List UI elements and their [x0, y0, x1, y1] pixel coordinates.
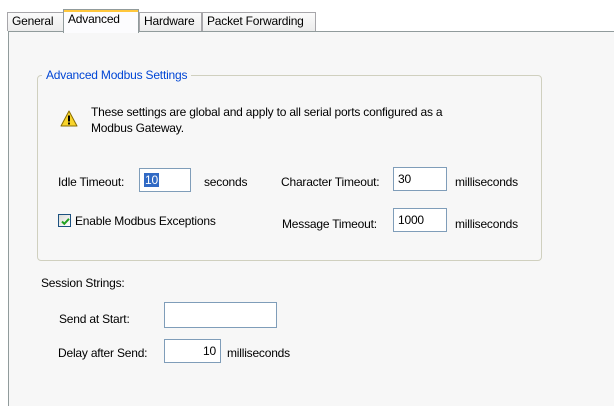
message-timeout-unit: milliseconds — [455, 217, 518, 231]
idle-timeout-unit: seconds — [204, 175, 248, 189]
idle-timeout-value: 10 — [144, 173, 159, 187]
message-timeout-input[interactable]: 1000 — [393, 208, 447, 232]
advanced-modbus-groupbox — [37, 75, 542, 261]
character-timeout-label: Character Timeout: — [281, 175, 380, 189]
send-at-start-label: Send at Start: — [59, 312, 130, 326]
tab-strip: General Advanced Hardware Packet Forward… — [0, 0, 614, 33]
session-strings-heading: Session Strings: — [41, 276, 125, 290]
notice-text-line2: Modbus Gateway. — [91, 121, 184, 135]
delay-after-send-label: Delay after Send: — [58, 346, 148, 360]
group-title: Advanced Modbus Settings — [42, 68, 192, 82]
tab-general[interactable]: General — [7, 12, 64, 31]
notice-text-line1: These settings are global and apply to a… — [91, 105, 443, 119]
warning-icon — [60, 110, 78, 127]
tab-advanced[interactable]: Advanced — [63, 9, 139, 33]
send-at-start-input[interactable] — [164, 302, 277, 328]
idle-timeout-label: Idle Timeout: — [58, 175, 125, 189]
character-timeout-input[interactable]: 30 — [393, 167, 447, 191]
tab-hardware[interactable]: Hardware — [139, 12, 202, 31]
enable-modbus-exceptions-label[interactable]: Enable Modbus Exceptions — [75, 214, 216, 228]
enable-modbus-exceptions-checkbox[interactable] — [58, 214, 71, 227]
idle-timeout-input[interactable]: 10 — [139, 168, 191, 192]
delay-after-send-unit: milliseconds — [227, 346, 290, 360]
tab-packet-forwarding[interactable]: Packet Forwarding — [202, 12, 316, 31]
character-timeout-unit: milliseconds — [455, 175, 518, 189]
checkmark-icon — [61, 218, 70, 226]
message-timeout-label: Message Timeout: — [282, 217, 377, 231]
delay-after-send-input[interactable]: 10 — [164, 339, 221, 363]
